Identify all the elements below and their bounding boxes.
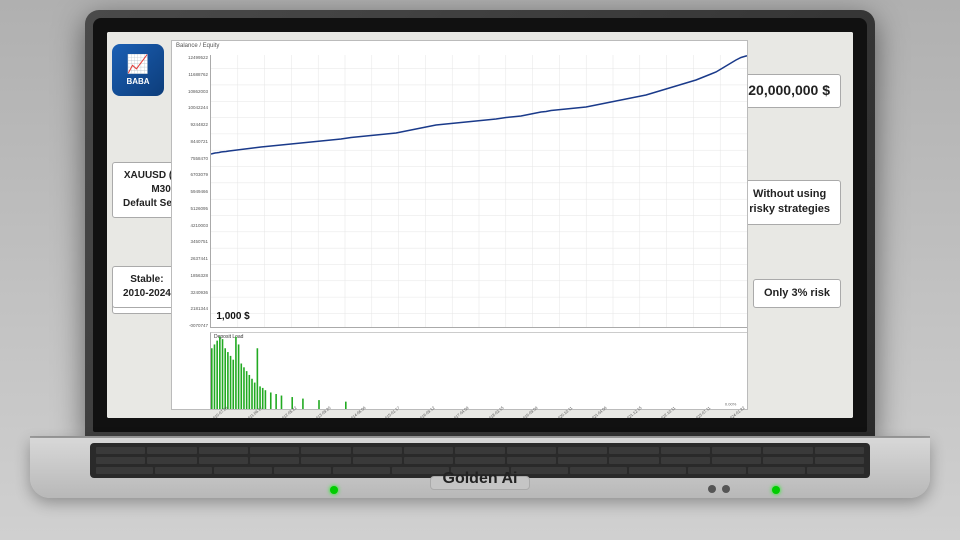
key: [558, 457, 607, 464]
y-axis: 12499522 11688762 10862003 10042244 9244…: [172, 55, 210, 328]
key: [147, 447, 196, 454]
y-label-7: 7558470: [174, 156, 208, 161]
y-label-17: -0070747: [174, 323, 208, 328]
key: [301, 447, 350, 454]
callout-bottom-right: Only 3% risk: [753, 279, 841, 308]
laptop-screen: 📈 BABA XAUUSD (Gold) M30 Default Setting…: [107, 32, 853, 418]
chart-area: Balance / Equity 12499522 11688762 10862…: [171, 40, 748, 410]
dot-1: [708, 485, 716, 493]
key: [392, 467, 449, 474]
y-label-12: 3450751: [174, 239, 208, 244]
y-label-13: 2637441: [174, 256, 208, 261]
key: [511, 467, 568, 474]
key: [570, 467, 627, 474]
y-label-4: 10042244: [174, 105, 208, 110]
key: [712, 447, 761, 454]
key: [353, 447, 402, 454]
callout-left-bottom-line1: Stable:: [130, 274, 163, 285]
key: [147, 457, 196, 464]
y-label-10: 5126095: [174, 206, 208, 211]
y-label-3: 10862003: [174, 89, 208, 94]
y-label-5: 9244822: [174, 122, 208, 127]
key: [274, 467, 331, 474]
key: [199, 447, 248, 454]
indicator-left-green: [330, 486, 338, 494]
key: [507, 447, 556, 454]
deposit-chart: Deposit Load: [210, 332, 747, 409]
price-annotation: 1,000 $: [216, 311, 249, 322]
key: [96, 467, 153, 474]
y-label-16: 2181344: [174, 306, 208, 311]
logo-icon: 📈: [127, 54, 149, 75]
key: [763, 457, 812, 464]
key: [748, 467, 805, 474]
key: [507, 457, 556, 464]
grid-svg: [211, 55, 747, 327]
logo-text: BABA: [126, 77, 149, 86]
dot-2: [722, 485, 730, 493]
key: [155, 467, 212, 474]
key: [199, 457, 248, 464]
key: [661, 447, 710, 454]
key: [96, 447, 145, 454]
key: [214, 467, 271, 474]
laptop-base: Golden Ai: [30, 438, 930, 498]
key: [815, 457, 864, 464]
key: [558, 447, 607, 454]
key: [661, 457, 710, 464]
key: [301, 457, 350, 464]
indicator-dots: [708, 485, 730, 493]
y-label-8: 6703079: [174, 172, 208, 177]
logo-box: 📈 BABA: [112, 44, 164, 96]
callout-left-top-line2: M30: [151, 184, 170, 195]
key: [250, 457, 299, 464]
key: [815, 447, 864, 454]
key: [807, 467, 864, 474]
y-label-9: 5949466: [174, 189, 208, 194]
key: [250, 447, 299, 454]
callout-top-right-value: 120,000,000 $: [740, 82, 830, 98]
callout-bottom-right-text: Only 3% risk: [764, 287, 830, 299]
key: [353, 457, 402, 464]
callout-mid-right-line2: risky strategies: [749, 203, 830, 215]
key: [404, 447, 453, 454]
footer-label: Golden Ai: [443, 470, 518, 488]
keyboard-row-2: [96, 457, 864, 464]
callout-left-bottom-line2: 2010-2024: [123, 288, 171, 299]
indicator-right-green: [772, 486, 780, 494]
chart-title: Balance / Equity: [176, 43, 219, 49]
screen-bezel: 📈 BABA XAUUSD (Gold) M30 Default Setting…: [93, 18, 867, 432]
svg-text:0.00%: 0.00%: [725, 401, 737, 406]
y-label-6: 8440721: [174, 139, 208, 144]
keyboard-row-1: [96, 447, 864, 454]
key: [96, 457, 145, 464]
key: [455, 447, 504, 454]
main-chart: 1,000 $: [210, 55, 747, 328]
key: [609, 457, 658, 464]
key: [712, 457, 761, 464]
laptop-screen-outer: 📈 BABA XAUUSD (Gold) M30 Default Setting…: [85, 10, 875, 440]
y-label-15: 3240936: [174, 290, 208, 295]
y-label-2: 11688762: [174, 72, 208, 77]
scene: 📈 BABA XAUUSD (Gold) M30 Default Setting…: [0, 0, 960, 540]
key: [763, 447, 812, 454]
y-label-11: 4210003: [174, 223, 208, 228]
key: [455, 457, 504, 464]
key: [688, 467, 745, 474]
key: [333, 467, 390, 474]
y-label-1: 12499522: [174, 55, 208, 60]
key: [404, 457, 453, 464]
key: [609, 447, 658, 454]
deposit-svg: 0.00%: [211, 333, 747, 409]
callout-mid-right-line1: Without using: [753, 188, 826, 200]
screen-content: 📈 BABA XAUUSD (Gold) M30 Default Setting…: [107, 32, 853, 418]
key: [629, 467, 686, 474]
y-label-14: 1856328: [174, 273, 208, 278]
callout-mid-right: Without using risky strategies: [738, 180, 841, 225]
